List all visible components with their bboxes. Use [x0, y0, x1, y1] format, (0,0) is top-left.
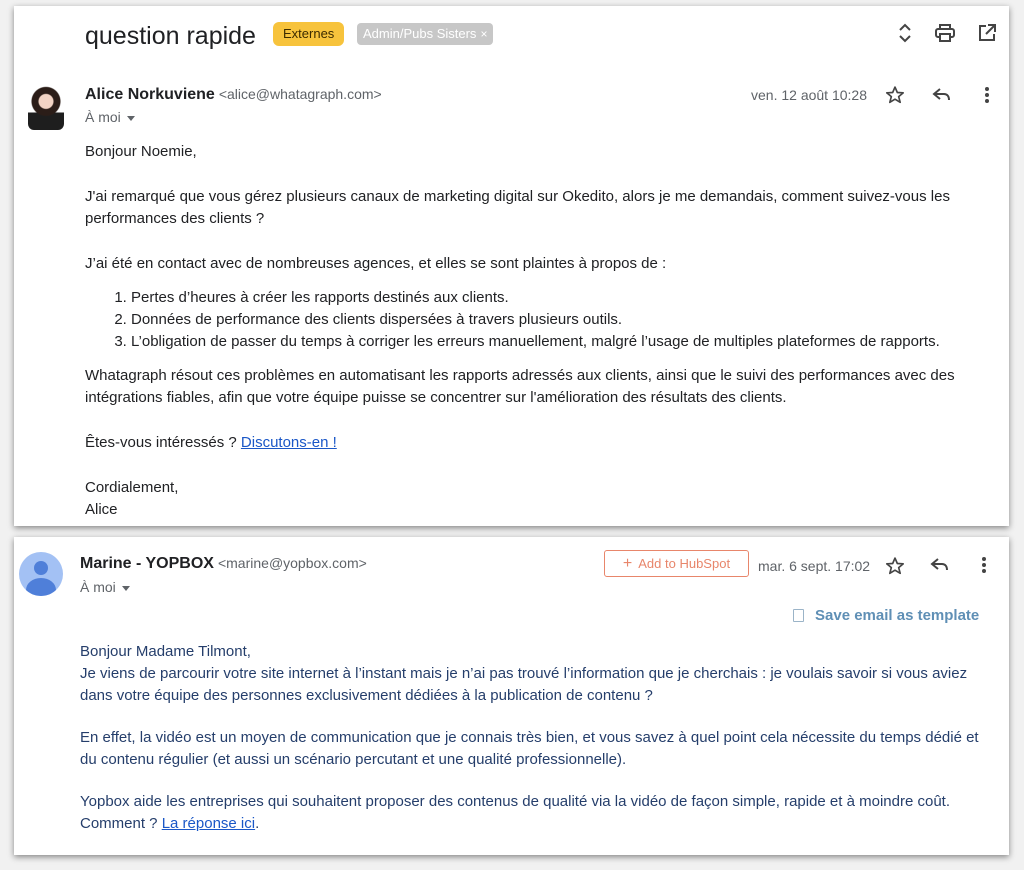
sender-name-text: Marine - YOPBOX	[80, 555, 214, 572]
message-date: mar. 6 sept. 17:02	[758, 558, 871, 574]
avatar-head	[34, 561, 48, 575]
more-vert-icon[interactable]	[973, 554, 995, 576]
save-template-label: Save email as template	[815, 607, 980, 624]
paragraph-3: Yopbox aide les entreprises qui souhaite…	[80, 793, 950, 810]
subject-title: question rapide	[85, 22, 256, 50]
open-in-new-icon[interactable]	[976, 22, 998, 44]
sender-name[interactable]: Alice Norkuviene <alice@whatagraph.com>	[85, 86, 382, 104]
star-icon[interactable]	[884, 555, 906, 577]
paragraph-2: J’ai été en contact avec de nombreuses a…	[85, 255, 667, 272]
answer-link[interactable]: La réponse ici	[162, 815, 255, 832]
plus-icon: +	[622, 554, 633, 572]
message-body: Bonjour Noemie, J'ai remarqué que vous g…	[85, 141, 985, 521]
list-item: Pertes d’heures à créer les rapports des…	[131, 287, 985, 309]
print-icon[interactable]	[934, 22, 956, 44]
remove-label-icon[interactable]: ×	[480, 27, 487, 41]
avatar	[19, 552, 63, 596]
complaint-list: Pertes d’heures à créer les rapports des…	[85, 287, 985, 353]
paragraph-1: Je viens de parcourir votre site interne…	[80, 665, 968, 704]
paragraph-1: J'ai remarqué que vous gérez plusieurs c…	[85, 188, 950, 227]
sender-email: <alice@whatagraph.com>	[218, 86, 382, 102]
hubspot-label: Add to HubSpot	[638, 556, 731, 571]
greeting: Bonjour Madame Tilmont,	[80, 643, 251, 660]
recipient-label: À moi	[80, 579, 116, 595]
list-item: Données de performance des clients dispe…	[131, 309, 985, 331]
reply-icon[interactable]	[931, 84, 953, 106]
copy-icon	[789, 606, 804, 622]
signature: Alice	[85, 501, 118, 518]
message-date: ven. 12 août 10:28	[751, 87, 867, 103]
closing: Cordialement,	[85, 479, 179, 496]
label-externes[interactable]: Externes	[273, 22, 345, 46]
save-email-as-template-button[interactable]: Save email as template	[789, 606, 980, 624]
reply-icon[interactable]	[929, 554, 951, 576]
label-admin-pubs[interactable]: Admin/Pubs Sisters ×	[357, 23, 494, 45]
question-text: Êtes-vous intéressés ?	[85, 434, 241, 451]
recipient-dropdown[interactable]: À moi	[80, 579, 130, 595]
more-vert-icon[interactable]	[976, 84, 998, 106]
paragraph-3: Whatagraph résout ces problèmes en autom…	[85, 367, 955, 406]
chevron-down-icon	[121, 585, 130, 591]
paragraph-2: En effet, la vidéo est un moyen de commu…	[80, 729, 979, 768]
message-body: Bonjour Madame Tilmont, Je viens de parc…	[80, 641, 980, 835]
chevron-down-icon	[126, 115, 135, 121]
avatar	[28, 86, 64, 130]
recipient-dropdown[interactable]: À moi	[85, 109, 135, 125]
question-end: .	[255, 815, 260, 832]
add-to-hubspot-button[interactable]: + Add to HubSpot	[604, 550, 749, 577]
unfold-icon[interactable]	[894, 22, 916, 44]
list-item: L’obligation de passer du temps à corrig…	[131, 331, 985, 353]
question-text: Comment ?	[80, 815, 162, 832]
greeting: Bonjour Noemie,	[85, 143, 197, 160]
sender-name-text: Alice Norkuviene	[85, 86, 215, 103]
star-icon[interactable]	[884, 84, 906, 106]
question-line: Comment ? La réponse ici.	[80, 813, 980, 835]
recipient-label: À moi	[85, 109, 121, 125]
message-card-2: Marine - YOPBOX <marine@yopbox.com> À moi…	[14, 537, 1009, 855]
avatar-body	[26, 578, 56, 596]
label-admin-text: Admin/Pubs Sisters	[363, 26, 477, 41]
question-line: Êtes-vous intéressés ? Discutons-en !	[85, 432, 985, 454]
sender-name[interactable]: Marine - YOPBOX <marine@yopbox.com>	[80, 555, 367, 573]
message-card-1: question rapide Externes Admin/Pubs Sist…	[14, 6, 1009, 526]
discuss-link[interactable]: Discutons-en !	[241, 434, 337, 451]
sender-email: <marine@yopbox.com>	[217, 555, 367, 571]
